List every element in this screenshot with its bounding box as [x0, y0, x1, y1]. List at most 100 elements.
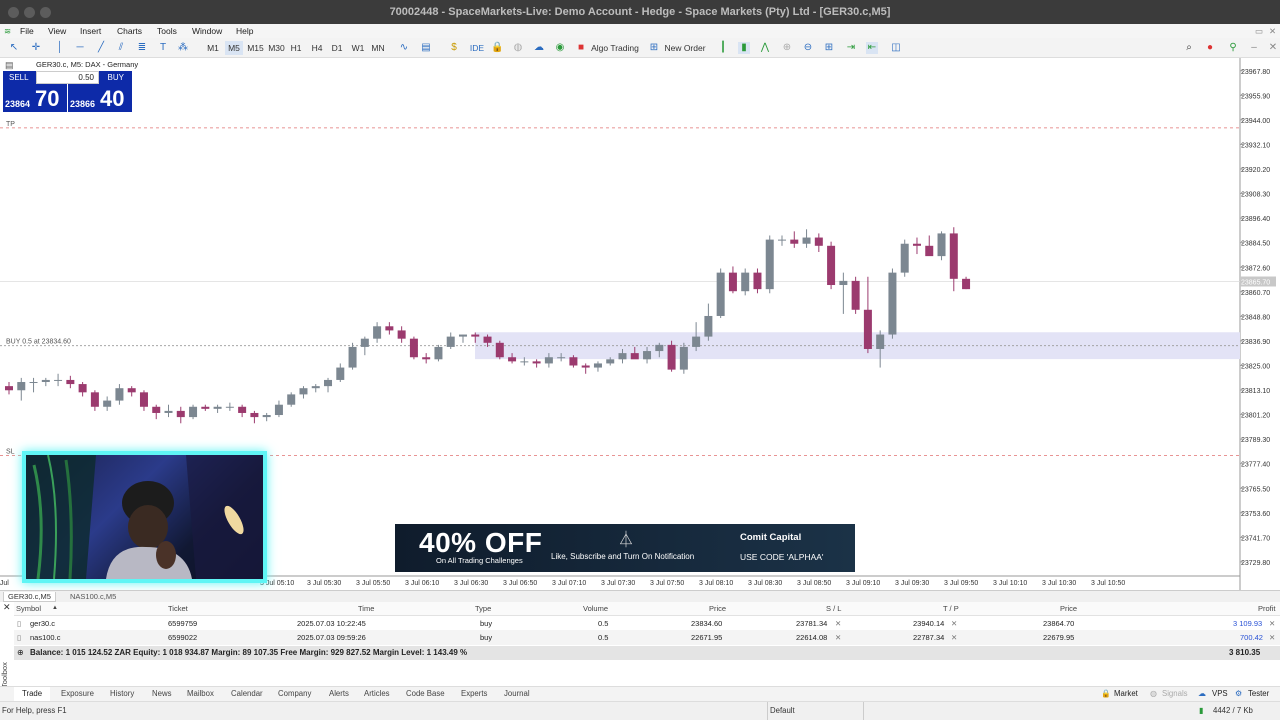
col-type[interactable]: Type	[475, 602, 491, 615]
volume-input[interactable]: 0.50	[36, 71, 99, 84]
timeframe-mn[interactable]: MN	[369, 41, 387, 55]
market-icon[interactable]: ◉	[554, 42, 566, 54]
autoscroll-icon[interactable]: ⇥	[845, 42, 857, 54]
tab-history[interactable]: History	[110, 689, 134, 698]
menu-file[interactable]: File	[20, 26, 34, 36]
chart-shift-icon[interactable]: ⇤	[866, 42, 878, 54]
tab-exposure[interactable]: Exposure	[61, 689, 94, 698]
col-time[interactable]: Time	[358, 602, 374, 615]
remove-tp-icon[interactable]: ✕	[951, 630, 957, 645]
menu-insert[interactable]: Insert	[80, 26, 101, 36]
col-price[interactable]: Price	[709, 602, 726, 615]
col-ticket[interactable]: Ticket	[168, 602, 188, 615]
timeframe-h1[interactable]: H1	[288, 41, 304, 55]
current-price-label: 23865.70	[1241, 280, 1270, 287]
new-order-button[interactable]: New Order	[662, 41, 708, 55]
menu-view[interactable]: View	[48, 26, 66, 36]
market-button[interactable]: Market	[1114, 689, 1138, 698]
crosshair-icon[interactable]: ✛	[30, 42, 42, 54]
templates-icon[interactable]: ▤	[420, 42, 432, 54]
cursor-icon[interactable]: ↖	[8, 42, 20, 54]
menu-window[interactable]: Window	[192, 26, 222, 36]
menu-charts[interactable]: Charts	[117, 26, 142, 36]
sort-asc-icon[interactable]: ▲	[52, 602, 58, 615]
menu-help[interactable]: Help	[236, 26, 253, 36]
tab-alerts[interactable]: Alerts	[329, 689, 349, 698]
col-volume[interactable]: Volume	[583, 602, 608, 615]
timeframe-w1[interactable]: W1	[350, 41, 366, 55]
close-position-icon[interactable]: ✕	[1269, 630, 1275, 645]
remove-tp-icon[interactable]: ✕	[951, 616, 957, 631]
chart-menu-icon[interactable]: ▤	[5, 60, 14, 71]
timeframe-m15[interactable]: M15	[245, 41, 266, 55]
line-chart-icon[interactable]: ⋀	[759, 42, 771, 54]
timeframe-m1[interactable]: M1	[205, 41, 221, 55]
channel-icon[interactable]: ⫽	[115, 42, 127, 54]
algo-trading-icon[interactable]: ■	[575, 42, 587, 54]
time-tick-label: 3 Jul 06:50	[503, 580, 537, 587]
metaeditor-icon[interactable]: $	[448, 42, 460, 54]
notifications-icon[interactable]: ●	[1204, 42, 1216, 54]
col-tp[interactable]: T / P	[943, 602, 959, 615]
banner-brand: Comit Capital	[740, 532, 802, 543]
chart-tab-ger30[interactable]: GER30.c,M5	[3, 592, 56, 602]
menu-tools[interactable]: Tools	[157, 26, 177, 36]
vps-button[interactable]: VPS	[1212, 689, 1228, 698]
tab-company[interactable]: Company	[278, 689, 311, 698]
tab-articles[interactable]: Articles	[364, 689, 390, 698]
vertical-line-icon[interactable]: │	[54, 42, 66, 54]
trendline-icon[interactable]: ╱	[95, 42, 107, 54]
timeframe-d1[interactable]: D1	[329, 41, 345, 55]
chart-tab-nas100[interactable]: NAS100.c,M5	[70, 592, 116, 601]
zoom-out-icon[interactable]: ⊖	[802, 42, 814, 54]
close-icon[interactable]: ✕	[1269, 26, 1276, 37]
tab-journal[interactable]: Journal	[504, 689, 530, 698]
candle-chart-icon[interactable]: ▮	[738, 42, 750, 54]
close-window-button[interactable]	[8, 7, 19, 18]
shapes-icon[interactable]: ⁂	[177, 42, 189, 54]
zoom-window-button[interactable]	[40, 7, 51, 18]
cloud-icon[interactable]: ☁	[533, 42, 545, 54]
restore-icon[interactable]: ▭	[1255, 26, 1263, 37]
search-icon[interactable]: ⌕	[1183, 42, 1195, 54]
remove-sl-icon[interactable]: ✕	[835, 630, 841, 645]
lock-icon[interactable]: 🔒	[491, 42, 503, 54]
tab-calendar[interactable]: Calendar	[231, 689, 263, 698]
minimize-icon[interactable]: –	[1248, 42, 1260, 54]
minimize-window-button[interactable]	[24, 7, 35, 18]
candle-body	[422, 357, 431, 360]
timeframe-m5[interactable]: M5	[225, 41, 243, 55]
new-order-icon[interactable]: ⊞	[648, 42, 660, 54]
close-toolbox-icon[interactable]: ✕	[3, 602, 11, 613]
tab-mailbox[interactable]: Mailbox	[187, 689, 214, 698]
tab-news[interactable]: News	[152, 689, 172, 698]
tab-experts[interactable]: Experts	[461, 689, 487, 698]
col-sl[interactable]: S / L	[826, 602, 841, 615]
col-current-price[interactable]: Price	[1060, 602, 1077, 615]
close-position-icon[interactable]: ✕	[1269, 616, 1275, 631]
trade-row[interactable]: ▯ ger30.c 6599759 2025.07.03 10:22:45 bu…	[14, 616, 1280, 631]
tab-code-base[interactable]: Code Base	[406, 689, 445, 698]
tile-windows-icon[interactable]: ⊞	[823, 42, 835, 54]
fibonacci-icon[interactable]: ≣	[136, 42, 148, 54]
close-chart-icon[interactable]: ✕	[1267, 42, 1279, 54]
zoom-in-icon[interactable]: ⊕	[781, 42, 793, 54]
screenshot-icon[interactable]: ◫	[890, 42, 902, 54]
indicators-icon[interactable]: ∿	[398, 42, 410, 54]
algo-trading-button[interactable]: Algo Trading	[589, 41, 641, 55]
remove-sl-icon[interactable]: ✕	[835, 616, 841, 631]
col-symbol[interactable]: Symbol	[16, 602, 41, 615]
timeframe-h4[interactable]: H4	[309, 41, 325, 55]
col-profit[interactable]: Profit	[1258, 602, 1276, 615]
ide-button[interactable]: IDE	[468, 41, 486, 55]
account-icon[interactable]: ⚲	[1227, 42, 1239, 54]
trade-row[interactable]: ▯ nas100.c 6599022 2025.07.03 09:59:26 b…	[14, 630, 1280, 645]
tab-trade[interactable]: Trade	[14, 687, 51, 701]
horizontal-line-icon[interactable]: ─	[74, 42, 86, 54]
signals-icon[interactable]: ◍	[512, 42, 524, 54]
timeframe-m30[interactable]: M30	[266, 41, 287, 55]
text-tool-icon[interactable]: T	[157, 42, 169, 54]
tester-button[interactable]: Tester	[1248, 689, 1269, 698]
bar-chart-icon[interactable]: ┃	[717, 42, 729, 54]
signals-button[interactable]: Signals	[1162, 689, 1188, 698]
